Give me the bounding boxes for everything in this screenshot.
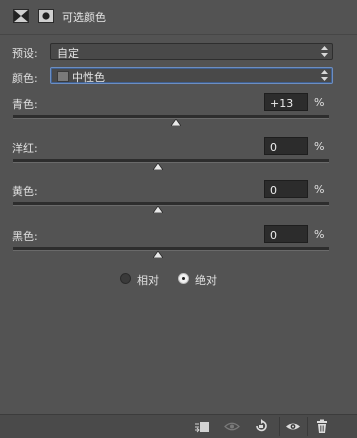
bottom-bar-separator bbox=[279, 417, 280, 436]
yellow-input[interactable] bbox=[264, 180, 308, 198]
magenta-label: 洋红: bbox=[12, 142, 38, 155]
dropdown-spinner-icon bbox=[321, 70, 328, 81]
magenta-percent-unit: % bbox=[314, 140, 325, 153]
yellow-percent-unit: % bbox=[314, 183, 325, 196]
layer-mask-icon[interactable] bbox=[38, 9, 54, 23]
yellow-label: 黄色: bbox=[12, 185, 38, 198]
yellow-slider-thumb[interactable] bbox=[153, 206, 163, 213]
colors-dropdown[interactable]: 中性色 bbox=[50, 67, 333, 84]
cyan-slider-thumb[interactable] bbox=[170, 119, 181, 126]
magenta-input[interactable] bbox=[264, 137, 308, 155]
visibility-eye-icon[interactable] bbox=[285, 419, 301, 434]
panel-title: 可选颜色 bbox=[62, 11, 106, 24]
reset-icon[interactable] bbox=[253, 419, 269, 434]
color-swatch bbox=[57, 71, 69, 82]
clip-to-layer-icon[interactable] bbox=[194, 419, 210, 434]
absolute-radio[interactable] bbox=[178, 273, 189, 284]
magenta-slider-thumb[interactable] bbox=[153, 163, 163, 170]
colors-label: 颜色: bbox=[12, 72, 38, 85]
panel-header: 可选颜色 bbox=[0, 0, 357, 35]
cyan-percent-unit: % bbox=[314, 96, 325, 109]
pixel-mask-icon[interactable] bbox=[13, 9, 29, 23]
cyan-input[interactable] bbox=[264, 93, 308, 111]
colors-value: 中性色 bbox=[72, 71, 105, 84]
preset-value: 自定 bbox=[57, 47, 79, 60]
magenta-slider-track[interactable] bbox=[13, 159, 329, 163]
absolute-label: 绝对 bbox=[195, 274, 217, 287]
view-previous-icon[interactable] bbox=[224, 419, 240, 434]
preset-dropdown[interactable]: 自定 bbox=[50, 43, 333, 60]
yellow-slider-track[interactable] bbox=[13, 202, 329, 206]
panel-bottom-bar bbox=[0, 414, 357, 438]
black-label: 黑色: bbox=[12, 230, 38, 243]
preset-label: 预设: bbox=[12, 47, 38, 60]
bottom-bar-separator bbox=[307, 417, 308, 436]
black-slider-track[interactable] bbox=[13, 247, 329, 251]
cyan-label: 青色: bbox=[12, 98, 38, 111]
black-input[interactable] bbox=[264, 225, 308, 243]
dropdown-spinner-icon bbox=[321, 46, 328, 57]
relative-radio[interactable] bbox=[120, 273, 131, 284]
relative-label: 相对 bbox=[137, 274, 159, 287]
trash-icon[interactable] bbox=[314, 419, 330, 434]
black-percent-unit: % bbox=[314, 228, 325, 241]
black-slider-thumb[interactable] bbox=[153, 251, 163, 258]
